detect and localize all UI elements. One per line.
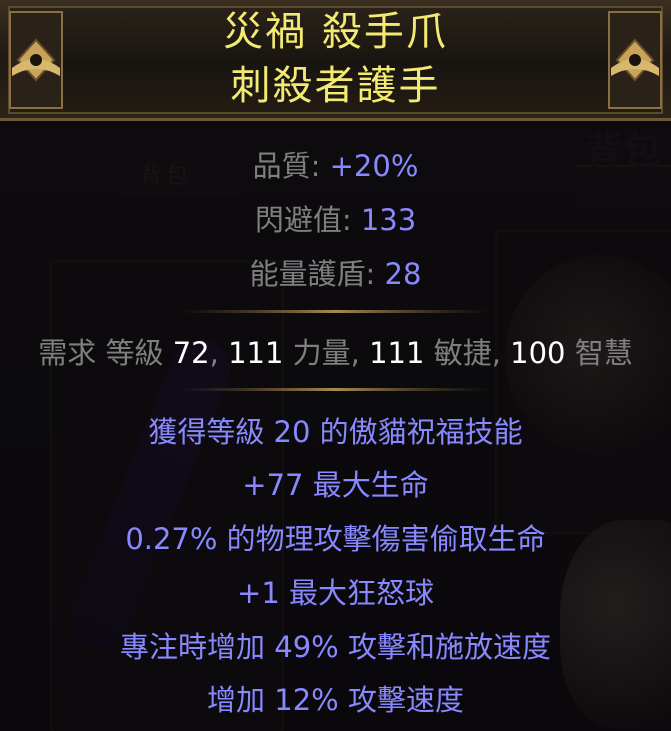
evasion-value: 133: [360, 203, 417, 237]
energy-shield-value: 28: [384, 257, 422, 291]
energy-shield-line: 能量護盾: 28: [249, 257, 422, 291]
requirements-prefix: 需求: [38, 336, 97, 370]
mod-line: 獲得等級 20 的傲貓祝福技能: [148, 415, 523, 449]
separator: [180, 388, 490, 392]
evasion-line: 閃避值: 133: [254, 203, 417, 237]
str-label: 力量: [292, 336, 351, 370]
requirements-line: 需求 等級 72, 111 力量, 111 敏捷, 100 智慧: [38, 336, 633, 370]
mod-line: +1 最大狂怒球: [237, 576, 434, 610]
dex-label: 敏捷: [433, 336, 492, 370]
quality-value: +20%: [329, 149, 419, 183]
item-tooltip: 災禍 殺手爪 刺殺者護手 品質: +20% 閃避值: 133 能量護盾: 28 …: [0, 0, 671, 731]
separator: [180, 310, 490, 314]
tooltip-header: 災禍 殺手爪 刺殺者護手: [0, 0, 671, 121]
int-label: 智慧: [574, 336, 633, 370]
level-label: 等級: [105, 336, 164, 370]
mod-line: 0.27% 的物理攻擊傷害偷取生命: [125, 522, 546, 556]
energy-shield-label: 能量護盾: [249, 257, 366, 291]
int-value: 100: [510, 336, 566, 370]
quality-line: 品質: +20%: [252, 149, 419, 183]
mod-line: 增加 12% 攻擊速度: [207, 683, 464, 717]
mod-line: +77 最大生命: [242, 468, 429, 502]
level-value: 72: [172, 336, 210, 370]
mod-line: 專注時增加 49% 攻擊和施放速度: [120, 630, 551, 664]
str-value: 111: [228, 336, 284, 370]
item-name: 災禍 殺手爪: [223, 9, 448, 55]
item-base-type: 刺殺者護手: [230, 63, 441, 109]
quality-label: 品質: [252, 149, 311, 183]
evasion-label: 閃避值: [254, 203, 342, 237]
dex-value: 111: [369, 336, 425, 370]
